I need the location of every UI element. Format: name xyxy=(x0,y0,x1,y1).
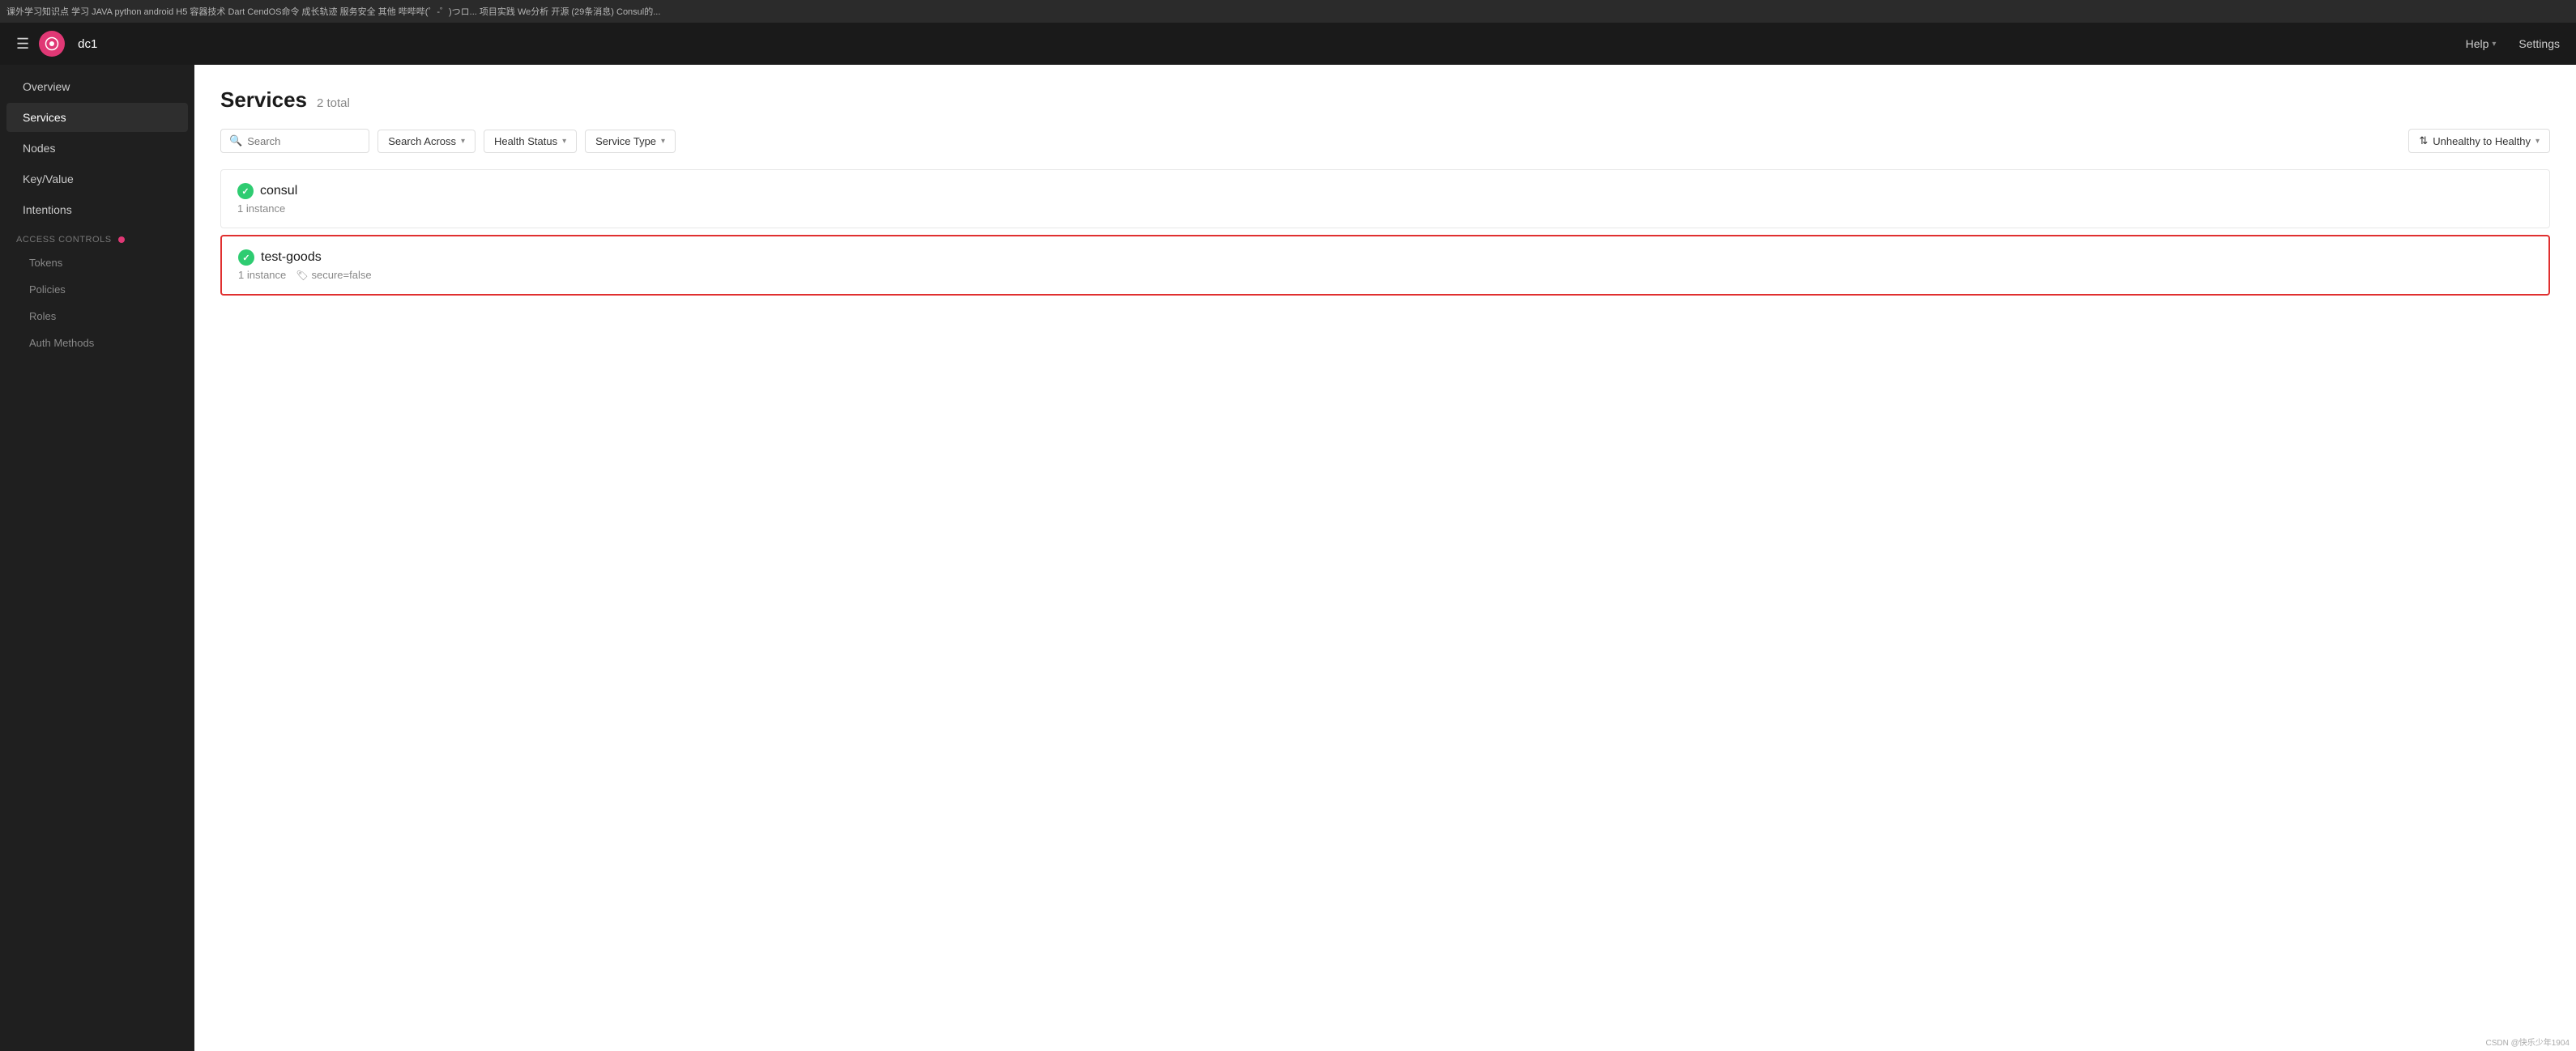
service-name-test-goods: test-goods xyxy=(261,250,322,265)
search-across-button[interactable]: Search Across ▾ xyxy=(377,130,476,153)
attribution: CSDN @快乐少年1904 xyxy=(2485,1036,2570,1048)
help-button[interactable]: Help ▾ xyxy=(2466,37,2497,50)
search-input[interactable] xyxy=(247,135,360,147)
menu-icon[interactable]: ☰ xyxy=(16,36,29,53)
service-type-chevron-icon: ▾ xyxy=(661,137,665,146)
browser-bar: 课外学习知识点 学习 JAVA python android H5 容器技术 D… xyxy=(0,0,2576,23)
page-title: Services xyxy=(220,87,307,113)
service-instance-count-consul: 1 instance xyxy=(237,202,285,215)
tag-value-test-goods: secure=false xyxy=(312,269,372,281)
sidebar-item-roles[interactable]: Roles xyxy=(6,304,188,329)
page-total: 2 total xyxy=(317,96,350,110)
main-layout: Overview Services Nodes Key/Value Intent… xyxy=(0,65,2576,1051)
health-status-button[interactable]: Health Status ▾ xyxy=(484,130,577,153)
settings-button[interactable]: Settings xyxy=(2518,37,2560,50)
sort-chevron-icon: ▾ xyxy=(2535,137,2540,146)
service-type-button[interactable]: Service Type ▾ xyxy=(585,130,676,153)
access-controls-section: ACCESS CONTROLS xyxy=(16,235,178,245)
service-name-row: consul xyxy=(237,183,2533,199)
tag-icon: 🏷 xyxy=(296,270,308,281)
sort-button[interactable]: ⇅ Unhealthy to Healthy ▾ xyxy=(2408,129,2550,153)
service-meta-consul: 1 instance xyxy=(237,202,2533,215)
browser-tabs: 课外学习知识点 学习 JAVA python android H5 容器技术 D… xyxy=(6,5,660,18)
service-item-consul[interactable]: consul 1 instance xyxy=(220,169,2550,228)
consul-logo xyxy=(39,31,65,57)
service-list: consul 1 instance test-goods 1 instance xyxy=(220,169,2550,302)
sidebar: Overview Services Nodes Key/Value Intent… xyxy=(0,65,194,1051)
sidebar-item-services[interactable]: Services xyxy=(6,103,188,132)
health-ok-icon-consul xyxy=(237,183,254,199)
filter-bar: 🔍 Search Across ▾ Health Status ▾ Servic… xyxy=(220,129,2550,153)
service-name-consul: consul xyxy=(260,184,297,198)
sidebar-item-overview[interactable]: Overview xyxy=(6,72,188,101)
sidebar-item-auth-methods[interactable]: Auth Methods xyxy=(6,330,188,355)
content-area: Services 2 total 🔍 Search Across ▾ Healt… xyxy=(194,65,2576,1051)
sidebar-item-tokens[interactable]: Tokens xyxy=(6,250,188,275)
service-tag-test-goods: 🏷 secure=false xyxy=(296,269,371,281)
app-container: ☰ dc1 Help ▾ Settings Overview Services xyxy=(0,23,2576,1051)
sidebar-item-policies[interactable]: Policies xyxy=(6,277,188,302)
page-header: Services 2 total xyxy=(220,87,2550,113)
health-status-chevron-icon: ▾ xyxy=(562,137,566,146)
sidebar-item-nodes[interactable]: Nodes xyxy=(6,134,188,163)
sort-icon: ⇅ xyxy=(2419,134,2428,147)
service-item-test-goods[interactable]: test-goods 1 instance 🏷 secure=false xyxy=(220,235,2550,296)
sidebar-item-key-value[interactable]: Key/Value xyxy=(6,164,188,194)
service-instance-count-test-goods: 1 instance xyxy=(238,269,286,281)
topbar: ☰ dc1 Help ▾ Settings xyxy=(0,23,2576,65)
help-chevron-icon: ▾ xyxy=(2492,40,2496,49)
access-controls-indicator xyxy=(118,236,125,243)
service-name-row-test-goods: test-goods xyxy=(238,249,2532,266)
dc-label: dc1 xyxy=(78,37,97,51)
search-icon: 🔍 xyxy=(229,134,242,147)
health-ok-icon-test-goods xyxy=(238,249,254,266)
service-meta-test-goods: 1 instance 🏷 secure=false xyxy=(238,269,2532,281)
sidebar-item-intentions[interactable]: Intentions xyxy=(6,195,188,224)
search-box[interactable]: 🔍 xyxy=(220,129,369,153)
search-across-chevron-icon: ▾ xyxy=(461,137,465,146)
